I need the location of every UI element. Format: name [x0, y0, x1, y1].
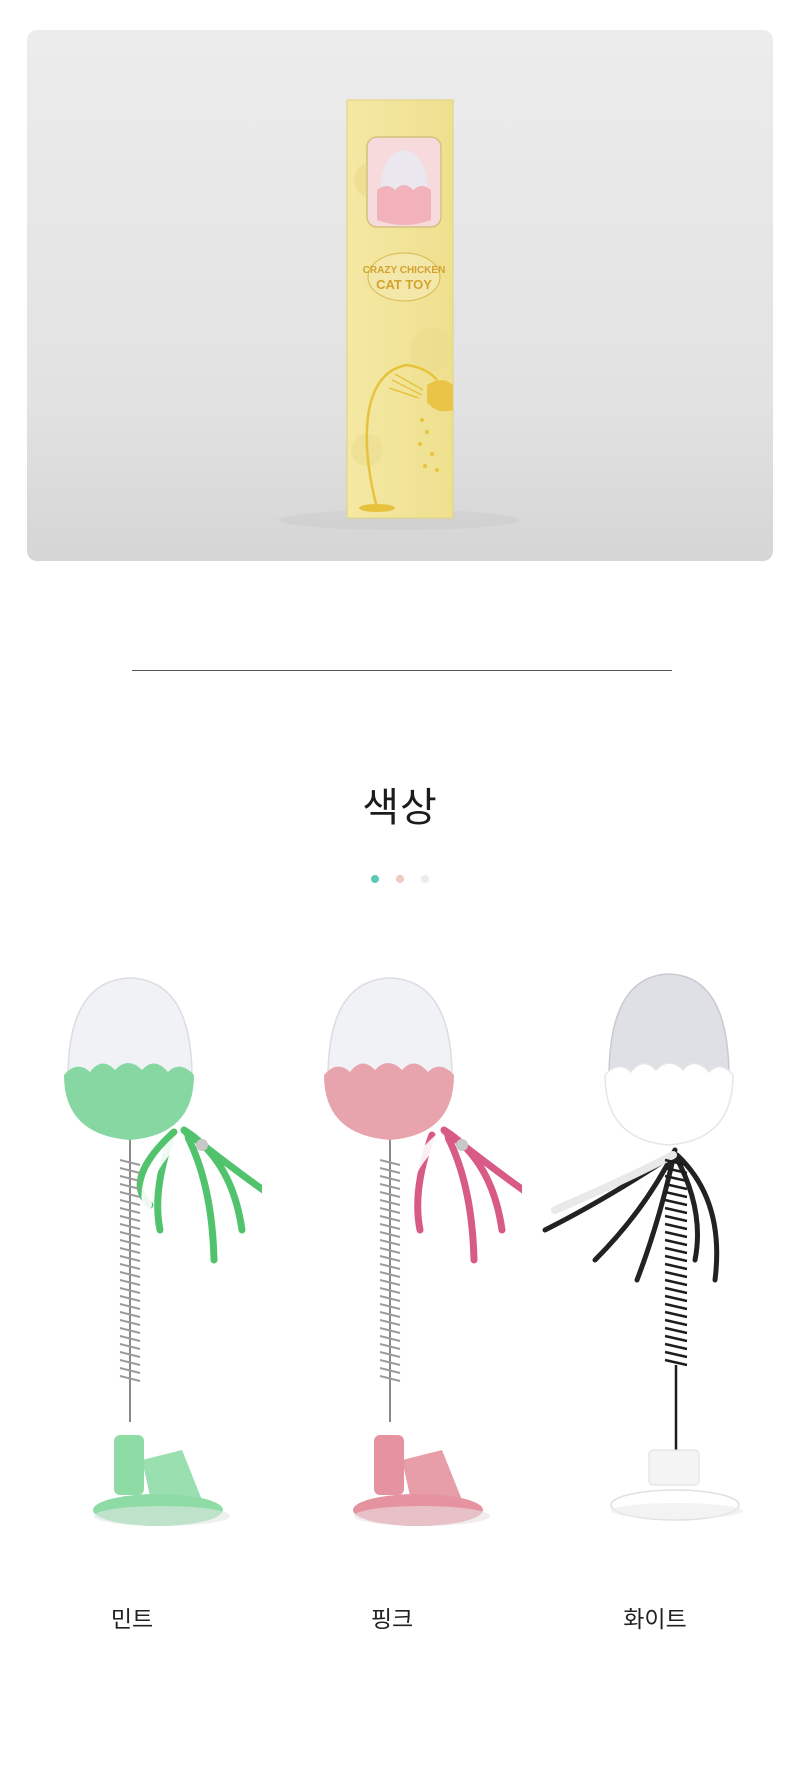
hero-image: CRAZY CHICKEN CAT TOY	[27, 30, 773, 561]
color-label-white: 화이트	[623, 1607, 687, 1633]
box-logo-line1: CRAZY CHICKEN	[363, 265, 446, 276]
box-logo-line2: CAT TOY	[376, 277, 432, 292]
color-label-mint: 민트	[110, 1607, 154, 1633]
product-mint-image	[2, 960, 262, 1560]
dot-white	[421, 875, 429, 883]
color-options	[0, 960, 800, 1560]
color-dots	[0, 875, 800, 885]
section-divider	[132, 670, 672, 671]
gift-box-photo: CRAZY CHICKEN CAT TOY	[27, 30, 773, 561]
dot-mint	[371, 875, 379, 883]
color-label-pink: 핑크	[370, 1607, 414, 1633]
product-white-image	[525, 960, 785, 1560]
section-title: 색상	[362, 785, 438, 831]
dot-pink	[396, 875, 404, 883]
product-pink-image	[262, 960, 522, 1560]
